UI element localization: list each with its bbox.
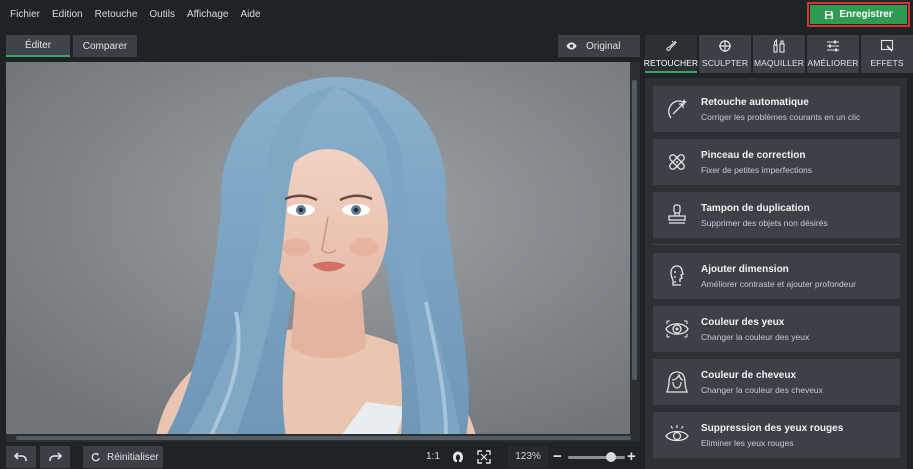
tool-suppression-yeux-rouges[interactable]: Suppression des yeux rouges Eliminer les…	[653, 412, 900, 458]
makeup-icon	[773, 39, 785, 53]
card-title: Suppression des yeux rouges	[701, 422, 844, 434]
zoom-level-display: 123%	[508, 446, 548, 468]
card-title: Pinceau de correction	[701, 149, 806, 161]
tab-editer[interactable]: Éditer	[6, 35, 70, 57]
save-button[interactable]: Enregistrer	[810, 5, 907, 24]
photo-canvas[interactable]	[6, 62, 640, 436]
hair-icon	[666, 371, 688, 393]
tool-ajouter-dimension[interactable]: Ajouter dimension Améliorer contraste et…	[653, 253, 900, 299]
menu-aide[interactable]: Aide	[234, 0, 266, 30]
card-subtitle: Supprimer des objets non désirés	[701, 217, 828, 228]
original-button[interactable]: Original	[558, 35, 640, 57]
tab-ameliorer[interactable]: AMÉLIORER	[807, 35, 859, 73]
menu-affichage[interactable]: Affichage	[181, 0, 235, 30]
horizontal-scroll-thumb[interactable]	[16, 436, 631, 440]
tool-retouche-automatique[interactable]: Retouche automatique Corriger les problè…	[653, 86, 900, 132]
card-title: Tampon de duplication	[701, 202, 810, 214]
tab-comparer[interactable]: Comparer	[73, 35, 137, 57]
redo-button[interactable]	[40, 446, 70, 468]
card-subtitle: Eliminer les yeux rouges	[701, 437, 794, 448]
tool-category-tabs: RETOUCHER SCULPTER MAQUILLER AMÉLIORER E…	[643, 35, 913, 73]
effects-wand-icon	[880, 39, 894, 52]
auto-retouch-icon	[668, 99, 687, 119]
menu-fichier[interactable]: Fichier	[4, 0, 46, 30]
card-subtitle: Fixer de petites imperfections	[701, 164, 813, 175]
vertical-scrollbar[interactable]	[630, 62, 640, 436]
menu-retouche[interactable]: Retouche	[89, 0, 144, 30]
reset-button[interactable]: Réinitialiser	[83, 446, 163, 468]
card-title: Ajouter dimension	[701, 263, 789, 275]
card-subtitle: Corriger les problèmes courants en un cl…	[701, 111, 861, 122]
card-title: Couleur des yeux	[701, 316, 785, 328]
horizontal-scrollbar[interactable]	[6, 434, 640, 442]
tool-couleur-cheveux[interactable]: Couleur de cheveux Changer la couleur de…	[653, 359, 900, 405]
face-dimension-icon	[670, 265, 684, 286]
card-title: Retouche automatique	[701, 96, 809, 108]
tab-retoucher[interactable]: RETOUCHER	[643, 35, 699, 73]
undo-icon	[14, 452, 27, 461]
tool-tampon-duplication[interactable]: Tampon de duplication Supprimer des obje…	[653, 192, 900, 238]
tab-ameliorer-label: AMÉLIORER	[807, 58, 859, 68]
photo-editor-window: Fichier Edition Retouche Outils Affichag…	[0, 0, 913, 469]
red-eye-icon	[665, 425, 689, 442]
undo-button[interactable]	[6, 446, 36, 468]
bandage-icon	[669, 154, 685, 170]
sculpt-target-icon	[719, 40, 731, 52]
tool-pinceau-correction[interactable]: Pinceau de correction Fixer de petites i…	[653, 139, 900, 185]
sliders-icon	[827, 40, 839, 52]
tab-comparer-label: Comparer	[82, 40, 128, 52]
tab-maquiller[interactable]: MAQUILLER	[753, 35, 805, 73]
reset-icon	[91, 452, 100, 462]
menu-items: Fichier Edition Retouche Outils Affichag…	[4, 0, 267, 30]
tab-editer-label: Éditer	[24, 39, 52, 51]
vertical-scroll-thumb[interactable]	[632, 80, 637, 380]
stamp-icon	[668, 204, 686, 224]
section-divider	[653, 244, 900, 245]
tab-retoucher-label: RETOUCHER	[643, 58, 699, 68]
card-subtitle: Améliorer contraste et ajouter profondeu…	[701, 278, 856, 289]
retouch-brush-icon	[666, 40, 677, 51]
eye-icon	[566, 42, 577, 50]
tab-sculpter-label: SCULPTER	[701, 58, 749, 68]
save-button-highlight: Enregistrer	[807, 2, 910, 27]
redo-icon	[49, 452, 62, 461]
zoom-in-button[interactable]: +	[627, 446, 636, 468]
save-button-label: Enregistrer	[839, 9, 893, 20]
face-detect-icon[interactable]	[451, 450, 465, 464]
tool-couleur-yeux[interactable]: Couleur des yeux Changer la couleur des …	[653, 306, 900, 352]
zoom-slider-handle[interactable]	[605, 452, 616, 462]
tab-maquiller-label: MAQUILLER	[753, 58, 805, 68]
tab-effets-label: EFFETS	[870, 58, 904, 68]
original-button-label: Original	[586, 40, 621, 52]
portrait-photo	[6, 62, 640, 436]
zoom-out-button[interactable]: −	[553, 446, 562, 468]
card-subtitle: Changer la couleur des cheveux	[701, 384, 823, 395]
card-title: Couleur de cheveux	[701, 369, 797, 381]
fit-to-screen-icon[interactable]	[477, 450, 491, 464]
card-subtitle: Changer la couleur des yeux	[701, 331, 810, 342]
menu-outils[interactable]: Outils	[143, 0, 181, 30]
zoom-1to1-button[interactable]: 1:1	[426, 446, 440, 468]
menu-bar: Fichier Edition Retouche Outils Affichag…	[0, 0, 913, 30]
floppy-disk-icon	[825, 10, 834, 19]
tab-sculpter[interactable]: SCULPTER	[699, 35, 751, 73]
zoom-slider[interactable]	[568, 456, 625, 459]
tab-effets[interactable]: EFFETS	[861, 35, 913, 73]
reset-button-label: Réinitialiser	[107, 451, 159, 463]
menu-edition[interactable]: Edition	[46, 0, 89, 30]
eye-color-icon	[665, 320, 689, 338]
